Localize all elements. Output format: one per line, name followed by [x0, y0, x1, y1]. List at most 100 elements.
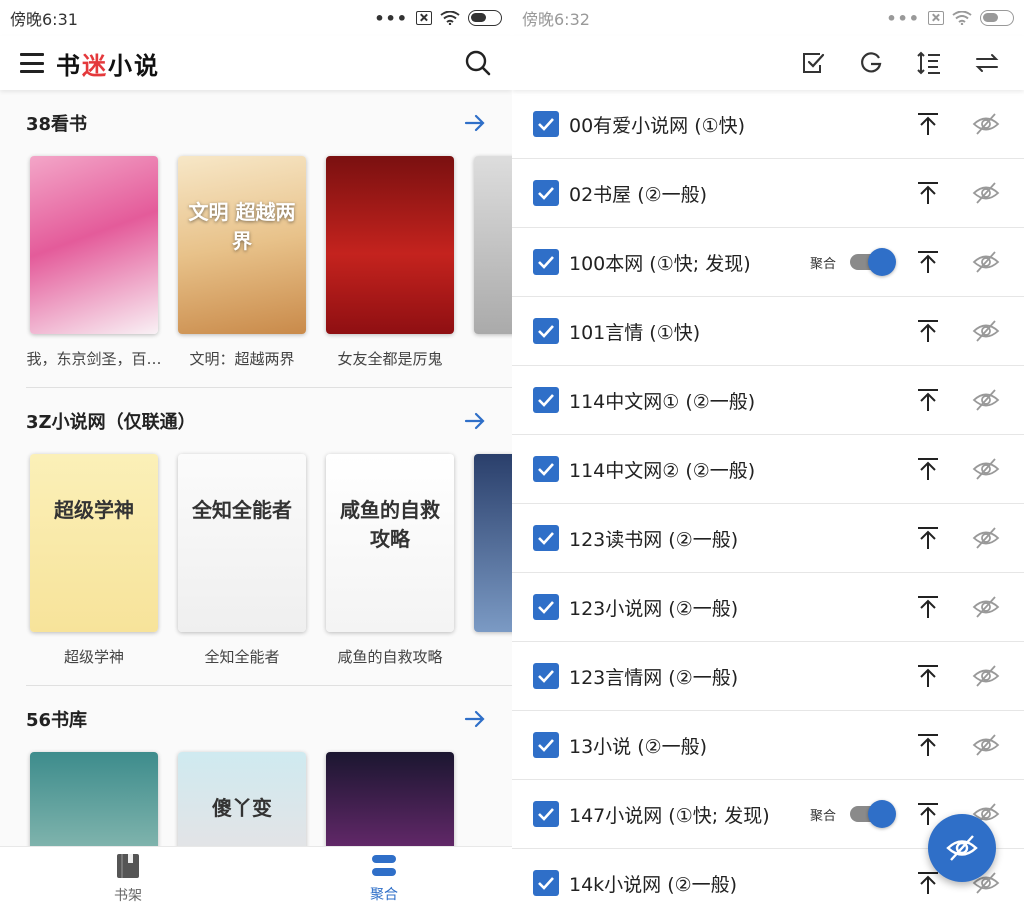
eye-off-icon[interactable] — [972, 593, 1000, 621]
book-cover[interactable]: 超级学神 — [30, 454, 158, 632]
eye-off-icon[interactable] — [972, 524, 1000, 552]
move-to-top-icon[interactable] — [916, 595, 940, 619]
move-to-top-icon[interactable] — [916, 457, 940, 481]
wifi-icon — [440, 11, 460, 25]
status-time: 傍晚6:32 — [522, 10, 590, 29]
check-icon — [538, 118, 554, 131]
google-icon[interactable] — [858, 50, 884, 76]
book-item[interactable]: 重生 — [474, 454, 512, 667]
hide-sources-fab[interactable] — [928, 814, 996, 882]
arrow-right-icon[interactable] — [464, 112, 486, 134]
arrow-right-icon[interactable] — [464, 410, 486, 432]
source-name: 147小说网 (①快; 发现) — [569, 804, 770, 827]
book-item[interactable]: 祖龙 — [474, 156, 512, 369]
move-to-top-icon[interactable] — [916, 181, 940, 205]
source-row[interactable]: 114中文网② (②一般) — [512, 435, 1024, 504]
aggregate-toggle[interactable] — [850, 800, 896, 828]
select-all-icon[interactable] — [800, 50, 826, 76]
nav-bookshelf[interactable]: 书架 — [0, 847, 256, 910]
cover-title: 傻丫变 — [212, 796, 272, 820]
nav-aggregate[interactable]: 聚合 — [256, 847, 512, 910]
source-list: 00有爱小说网 (①快) 02书屋 (②一般) 100本网 (①快; 发现) 聚合 10… — [512, 90, 1024, 910]
book-title: 女友全都是厉鬼 — [337, 350, 443, 368]
source-row[interactable]: 101言情 (①快) — [512, 297, 1024, 366]
eye-off-icon[interactable] — [972, 179, 1000, 207]
eye-off-icon[interactable] — [972, 662, 1000, 690]
source-checkbox[interactable] — [533, 525, 559, 551]
book-item[interactable]: 女友全都是厉鬼 — [326, 156, 454, 369]
source-row[interactable]: 13小说 (②一般) — [512, 711, 1024, 780]
book-cover[interactable]: 全知全能者 — [178, 454, 306, 632]
swap-icon[interactable] — [974, 50, 1000, 76]
source-checkbox[interactable] — [533, 456, 559, 482]
move-to-top-icon[interactable] — [916, 802, 940, 826]
source-row[interactable]: 100本网 (①快; 发现) 聚合 — [512, 228, 1024, 297]
check-icon — [538, 808, 554, 821]
source-checkbox[interactable] — [533, 387, 559, 413]
move-to-top-icon[interactable] — [916, 250, 940, 274]
move-to-top-icon[interactable] — [916, 388, 940, 412]
book-title: 重生 — [468, 646, 512, 667]
source-checkbox[interactable] — [533, 180, 559, 206]
status-bar: 傍晚6:32 ••• — [512, 0, 1024, 36]
book-item[interactable]: 我，东京剑圣，百… — [26, 156, 162, 369]
book-cover[interactable] — [326, 156, 454, 334]
source-checkbox[interactable] — [533, 870, 559, 896]
check-icon — [538, 394, 554, 407]
source-checkbox[interactable] — [533, 249, 559, 275]
move-to-top-icon[interactable] — [916, 526, 940, 550]
aggregate-icon — [372, 854, 396, 876]
book-item[interactable]: 咸鱼的自救攻略 咸鱼的自救攻略 — [326, 454, 454, 667]
section-header[interactable]: 38看书 — [0, 90, 512, 156]
arrow-right-icon[interactable] — [464, 708, 486, 730]
source-checkbox[interactable] — [533, 111, 559, 137]
source-checkbox[interactable] — [533, 318, 559, 344]
check-icon — [538, 601, 554, 614]
menu-icon[interactable] — [20, 53, 44, 73]
eye-off-icon[interactable] — [972, 248, 1000, 276]
source-row[interactable]: 123读书网 (②一般) — [512, 504, 1024, 573]
move-to-top-icon[interactable] — [916, 319, 940, 343]
aggregate-toggle[interactable] — [850, 248, 896, 276]
eye-off-icon[interactable] — [972, 110, 1000, 138]
book-cover[interactable]: 咸鱼的自救攻略 — [326, 454, 454, 632]
eye-off-icon — [946, 835, 978, 861]
move-to-top-icon[interactable] — [916, 871, 940, 895]
book-row: 我，东京剑圣，百…文明 超越两界文明：超越两界女友全都是厉鬼 祖龙 — [0, 156, 512, 369]
book-cover[interactable]: 文明 超越两界 — [178, 156, 306, 334]
eye-off-icon[interactable] — [972, 731, 1000, 759]
move-to-top-icon[interactable] — [916, 112, 940, 136]
source-row[interactable]: 00有爱小说网 (①快) — [512, 90, 1024, 159]
section-header[interactable]: 3Z小说网（仅联通） — [0, 388, 512, 454]
source-checkbox[interactable] — [533, 801, 559, 827]
more-notifications-icon: ••• — [374, 8, 408, 28]
app-bar: 书迷小说 — [0, 36, 512, 90]
book-cover[interactable] — [474, 454, 512, 632]
eye-off-icon[interactable] — [972, 386, 1000, 414]
source-name: 123小说网 (②一般) — [569, 597, 739, 620]
source-name: 114中文网② (②一般) — [569, 459, 756, 482]
source-checkbox[interactable] — [533, 732, 559, 758]
book-cover[interactable] — [474, 156, 512, 334]
source-name: 101言情 (①快) — [569, 321, 701, 344]
check-icon — [538, 256, 554, 269]
book-item[interactable]: 超级学神 超级学神 — [30, 454, 158, 667]
bottom-navigation: 书架 聚合 — [0, 846, 512, 910]
source-row[interactable]: 02书屋 (②一般) — [512, 159, 1024, 228]
source-row[interactable]: 123小说网 (②一般) — [512, 573, 1024, 642]
sort-icon[interactable] — [916, 50, 942, 76]
move-to-top-icon[interactable] — [916, 733, 940, 757]
source-checkbox[interactable] — [533, 594, 559, 620]
book-cover[interactable] — [30, 156, 158, 334]
eye-off-icon[interactable] — [972, 455, 1000, 483]
eye-off-icon[interactable] — [972, 317, 1000, 345]
source-row[interactable]: 123言情网 (②一般) — [512, 642, 1024, 711]
book-item[interactable]: 文明 超越两界 文明：超越两界 — [178, 156, 306, 369]
wifi-icon — [952, 11, 972, 25]
book-item[interactable]: 全知全能者 全知全能者 — [178, 454, 306, 667]
search-icon[interactable] — [464, 49, 492, 77]
source-row[interactable]: 114中文网① (②一般) — [512, 366, 1024, 435]
move-to-top-icon[interactable] — [916, 664, 940, 688]
section-header[interactable]: 56书库 — [0, 686, 512, 752]
source-checkbox[interactable] — [533, 663, 559, 689]
